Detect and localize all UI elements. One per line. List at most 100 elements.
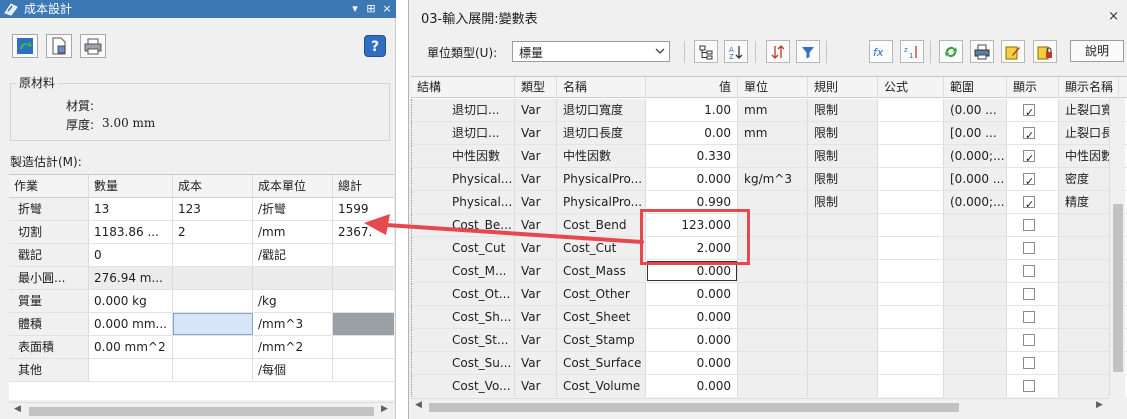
show-checkbox[interactable]: [1023, 334, 1035, 346]
lock-button[interactable]: [1033, 40, 1057, 63]
show-checkbox[interactable]: [1023, 288, 1035, 300]
close-icon[interactable]: ×: [380, 1, 394, 17]
variable-cell-formula[interactable]: [878, 122, 944, 144]
variable-row[interactable]: 退切口...Var退切口寬度1.00mm限制(0.00 ...止裂口寬: [411, 99, 1127, 122]
show-checkbox[interactable]: [1023, 171, 1035, 190]
estimate-cell-cost[interactable]: 123: [173, 198, 253, 220]
col-cost[interactable]: 成本: [173, 175, 253, 198]
pin-icon[interactable]: ⊞: [364, 1, 378, 17]
variable-cell-value[interactable]: 0.00: [646, 122, 738, 144]
variable-cell-value[interactable]: 0.990: [646, 191, 738, 213]
estimate-cell-cost[interactable]: [173, 359, 253, 381]
variable-cell-show[interactable]: [1007, 329, 1059, 351]
variable-cell-show[interactable]: [1007, 283, 1059, 305]
filter-button[interactable]: [796, 40, 820, 63]
estimate-cell-cost[interactable]: [173, 267, 253, 289]
variable-cell-show[interactable]: [1007, 306, 1059, 328]
col-total[interactable]: 總計: [333, 175, 394, 198]
variable-cell-formula[interactable]: [878, 283, 944, 305]
variable-cell-value[interactable]: 2.000: [646, 237, 738, 259]
variable-cell-show[interactable]: [1007, 122, 1059, 144]
variable-cell-value[interactable]: 0.000: [646, 329, 738, 351]
estimate-cell-cost[interactable]: [173, 336, 253, 358]
variable-cell-show[interactable]: [1007, 191, 1059, 213]
show-checkbox[interactable]: [1023, 194, 1035, 213]
col-quantity[interactable]: 數量: [89, 175, 173, 198]
sort-az-button[interactable]: AZ: [724, 40, 748, 63]
variable-cell-formula[interactable]: [878, 145, 944, 167]
refresh-button[interactable]: [939, 40, 963, 63]
variable-cell-show[interactable]: [1007, 375, 1059, 397]
show-checkbox[interactable]: [1023, 102, 1035, 121]
variable-row[interactable]: 中性因數Var中性因數0.330限制(0.000;...中性因數: [411, 145, 1127, 168]
show-checkbox[interactable]: [1023, 357, 1035, 369]
explain-button[interactable]: 說明: [1070, 40, 1124, 62]
estimate-cell-cost[interactable]: [173, 313, 253, 335]
panel-menu-icon[interactable]: ▾: [348, 1, 362, 17]
variable-row[interactable]: 退切口...Var退切口長度0.00mm限制[0.00 ...止裂口長: [411, 122, 1127, 145]
show-checkbox[interactable]: [1023, 125, 1035, 144]
col-range[interactable]: 範圍: [944, 77, 1007, 98]
variable-cell-formula[interactable]: [878, 99, 944, 121]
col-show[interactable]: 顯示: [1007, 77, 1059, 98]
variable-cell-value[interactable]: 0.000: [646, 260, 738, 282]
variable-row[interactable]: Cost_Ot... Var Cost_Other 0.000: [411, 283, 1127, 306]
variable-cell-value[interactable]: 0.000: [646, 168, 738, 190]
variable-cell-value[interactable]: 0.330: [646, 145, 738, 167]
function-button[interactable]: fx: [869, 40, 893, 63]
col-name[interactable]: 名稱: [557, 77, 646, 98]
variable-cell-formula[interactable]: [878, 237, 944, 259]
estimate-cell-cost[interactable]: [173, 290, 253, 312]
variable-cell-formula[interactable]: [878, 329, 944, 351]
variable-cell-formula[interactable]: [878, 352, 944, 374]
variable-cell-value[interactable]: 0.000: [646, 352, 738, 374]
variable-cell-value[interactable]: 123.000: [646, 214, 738, 236]
variable-cell-show[interactable]: [1007, 145, 1059, 167]
variable-cell-formula[interactable]: [878, 306, 944, 328]
variable-row[interactable]: Physical... Var PhysicalPro... 0.990 限制 (0.00…: [411, 191, 1127, 214]
variable-table-hscrollbar[interactable]: ◀ ▶: [411, 398, 1109, 415]
variable-row[interactable]: Physical... Var PhysicalPro... 0.000 kg/m^3 限…: [411, 168, 1127, 191]
variable-row[interactable]: Cost_St... Var Cost_Stamp 0.000: [411, 329, 1127, 352]
variable-row[interactable]: Cost_Be... Var Cost_Bend 123.000: [411, 214, 1127, 237]
variable-cell-show[interactable]: [1007, 260, 1059, 282]
col-display-name[interactable]: 顯示名稱: [1059, 77, 1119, 98]
variable-cell-value[interactable]: 0.000: [646, 375, 738, 397]
col-cost-unit[interactable]: 成本單位: [253, 175, 333, 198]
show-checkbox[interactable]: [1023, 380, 1035, 392]
variable-cell-value[interactable]: 0.000: [646, 283, 738, 305]
variable-cell-formula[interactable]: [878, 191, 944, 213]
help-button[interactable]: ?: [364, 35, 386, 57]
show-checkbox[interactable]: [1023, 311, 1035, 323]
apply-button[interactable]: [12, 34, 38, 58]
show-checkbox[interactable]: [1023, 219, 1035, 231]
tree-view-button[interactable]: [694, 40, 718, 63]
estimate-cell-cost[interactable]: 2: [173, 221, 253, 243]
show-checkbox[interactable]: [1023, 265, 1035, 277]
unit-type-select[interactable]: 標量: [512, 41, 670, 62]
estimate-cell-cost[interactable]: [173, 244, 253, 266]
save-template-button[interactable]: [46, 34, 72, 58]
close-icon[interactable]: ×: [1108, 9, 1119, 24]
variable-cell-value[interactable]: 0.000: [646, 306, 738, 328]
variable-row[interactable]: Cost_M... Var Cost_Mass 0.000: [411, 260, 1127, 283]
print-button[interactable]: [970, 40, 994, 63]
edit-button[interactable]: [1001, 40, 1025, 63]
variable-row[interactable]: Cost_Su... Var Cost_Surface 0.000: [411, 352, 1127, 375]
estimate-hscrollbar[interactable]: ◀ ▶: [9, 402, 394, 419]
sort-numeric-button[interactable]: z1: [900, 40, 924, 63]
variable-row[interactable]: Cost_Cut Var Cost_Cut 2.000: [411, 237, 1127, 260]
col-value[interactable]: 值: [646, 77, 738, 98]
col-operation[interactable]: 作業: [9, 175, 89, 198]
print-report-button[interactable]: [80, 34, 106, 58]
variable-cell-formula[interactable]: [878, 168, 944, 190]
col-formula[interactable]: 公式: [878, 77, 944, 98]
variable-cell-show[interactable]: [1007, 214, 1059, 236]
variable-cell-show[interactable]: [1007, 168, 1059, 190]
col-rule[interactable]: 規則: [808, 77, 878, 98]
variable-row[interactable]: Cost_Vo... Var Cost_Volume 0.000: [411, 375, 1127, 397]
col-structure[interactable]: 結構: [411, 77, 515, 98]
variable-cell-show[interactable]: [1007, 352, 1059, 374]
show-checkbox[interactable]: [1023, 242, 1035, 254]
show-checkbox[interactable]: [1023, 148, 1035, 167]
